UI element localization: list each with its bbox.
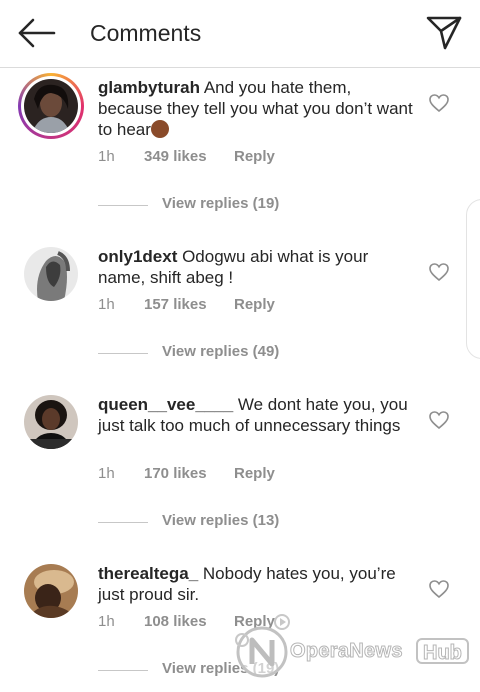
comment-username[interactable]: glambyturah [98,78,200,97]
comment-text: glambyturah And you hate them, because t… [98,77,416,140]
heart-icon [429,580,449,599]
view-replies-label[interactable]: View replies (49) [162,343,279,360]
reply-button[interactable]: Reply [234,465,275,482]
comment-time: 1h [98,465,115,482]
heart-icon [429,263,449,282]
avatar [24,79,78,133]
comment-text: only1dext Odogwu abi what is your name, … [98,246,416,288]
heart-icon [429,94,449,113]
like-button[interactable] [428,262,450,282]
avatar[interactable] [24,395,78,449]
reply-button[interactable]: Reply [234,296,275,313]
like-button[interactable] [428,579,450,599]
comment-likes[interactable]: 157 likes [144,296,207,313]
replies-divider [98,353,148,354]
comment-time: 1h [98,613,115,630]
heart-icon [429,411,449,430]
comment-likes[interactable]: 108 likes [144,613,207,630]
comment-text: therealtega_ Nobody hates you, you’re ju… [98,563,416,605]
like-button[interactable] [428,93,450,113]
comments-list[interactable]: glambyturah And you hate them, because t… [0,69,480,692]
comment-time: 1h [98,296,115,313]
scroll-indicator[interactable] [466,199,480,359]
replies-divider [98,205,148,206]
replies-divider [98,522,148,523]
top-bar: Comments [0,0,480,68]
view-replies-label[interactable]: View replies (19) [162,660,279,677]
story-ring[interactable] [18,73,84,139]
replies-divider [98,670,148,671]
comment-username[interactable]: only1dext [98,247,177,266]
comment-text: queen__vee____ We dont hate you, you jus… [98,394,416,436]
comment-username[interactable]: therealtega_ [98,564,198,583]
paper-plane-icon [426,16,462,50]
comment-likes[interactable]: 170 likes [144,465,207,482]
reply-button[interactable]: Reply [234,613,275,630]
avatar[interactable] [24,564,78,618]
avatar[interactable] [24,247,78,301]
page-title: Comments [90,20,202,46]
arrow-left-icon [18,18,56,48]
back-button[interactable] [14,14,58,54]
share-button[interactable] [424,12,464,52]
reply-button[interactable]: Reply [234,148,275,165]
like-button[interactable] [428,410,450,430]
comment-username[interactable]: queen__vee____ [98,395,233,414]
view-replies-label[interactable]: View replies (19) [162,195,279,212]
view-replies-label[interactable]: View replies (13) [162,512,279,529]
comment-time: 1h [98,148,115,165]
person-gesturing-no-emoji [150,120,169,138]
comment-likes[interactable]: 349 likes [144,148,207,165]
